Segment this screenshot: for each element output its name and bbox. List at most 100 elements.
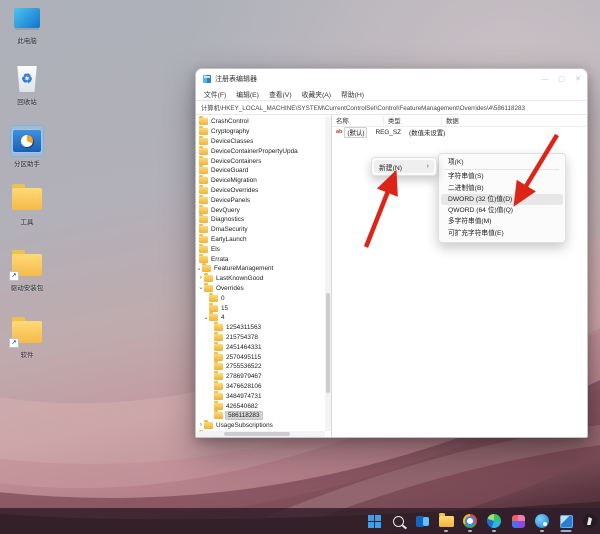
- menubar-item[interactable]: 查看(V): [265, 88, 296, 100]
- context-menu-item-new[interactable]: 新建(N): [374, 160, 434, 173]
- taskbar-icon-store[interactable]: [506, 509, 530, 533]
- taskbar-icon-start[interactable]: [362, 509, 386, 533]
- folder-icon: [199, 253, 208, 263]
- tree-item[interactable]: LastKnownGood: [196, 273, 331, 284]
- tree-item[interactable]: DeviceOverrides: [196, 184, 331, 196]
- desktop-icon-folder-tools[interactable]: 工具: [3, 184, 51, 226]
- value-row[interactable]: ab (默认) REG_SZ (数值未设置): [332, 127, 587, 138]
- string-value-icon: ab: [336, 128, 343, 135]
- tree-item[interactable]: 586118283: [196, 410, 331, 421]
- chat-app-icon: [535, 514, 549, 528]
- registry-tree-panel[interactable]: CrashControl Cryptography DeviceClasses Dev…: [196, 115, 332, 437]
- folder-icon: [204, 273, 213, 283]
- tree-item-label: FeatureManagement: [214, 265, 274, 273]
- pie-chart-icon: [21, 135, 33, 147]
- tree-item[interactable]: UsageSubscriptions: [196, 420, 331, 431]
- desktop-icon-this-pc[interactable]: 此电脑: [3, 3, 51, 45]
- tree-item[interactable]: DeviceMigration: [196, 175, 331, 186]
- tree-item[interactable]: Els: [196, 243, 331, 254]
- tree-item[interactable]: Diagnostics: [196, 214, 331, 225]
- submenu-item[interactable]: 可扩充字符串值(E): [441, 228, 563, 239]
- tree-item-label: EarlyLaunch: [211, 235, 247, 243]
- chrome-icon: [463, 514, 477, 528]
- menubar-item[interactable]: 收藏夹(A): [298, 88, 335, 100]
- tree-item[interactable]: DevicePanels: [196, 194, 331, 205]
- tree-item-label: DeviceContainerPropertyUpda: [211, 147, 298, 155]
- tree-item[interactable]: Errata: [196, 253, 331, 264]
- tree-item-label: DeviceClasses: [211, 137, 254, 145]
- tree-item[interactable]: DevQuery: [196, 204, 331, 215]
- submenu-item[interactable]: QWORD (64 位)值(Q): [441, 205, 563, 216]
- tree-item[interactable]: 3484974731: [196, 390, 331, 401]
- tree-horizontal-scrollbar[interactable]: [196, 431, 325, 437]
- tree-item[interactable]: DeviceGuard: [196, 165, 331, 176]
- tree-item[interactable]: DeviceClasses: [196, 135, 331, 147]
- column-header[interactable]: 数据: [442, 116, 587, 125]
- taskbar-icon-game-app[interactable]: [578, 509, 600, 533]
- taskbar-icon-browser[interactable]: [482, 509, 506, 533]
- scrollbar-thumb[interactable]: [326, 292, 330, 394]
- folder-icon: [199, 184, 208, 194]
- desktop-icon-recycle-bin[interactable]: ♻ 回收站: [3, 64, 51, 106]
- tree-item[interactable]: FeatureManagement: [196, 263, 331, 274]
- desktop-icon-folder-soft[interactable]: ↗ 软件: [3, 317, 51, 359]
- maximize-icon[interactable]: ▢: [559, 76, 566, 83]
- tree-item[interactable]: 0: [196, 292, 331, 303]
- tree-item-label: 1254311563: [226, 324, 262, 332]
- tree-vertical-scrollbar[interactable]: [325, 117, 331, 431]
- folder-soft-glyph: ↗: [9, 317, 43, 348]
- taskbar-icon-regedit[interactable]: [554, 509, 578, 533]
- desktop-icon-folder-setup[interactable]: ↗ 驱动安装包: [3, 250, 51, 292]
- desktop-icon-label: 此电脑: [17, 38, 37, 45]
- submenu-item[interactable]: 多字符串值(M): [441, 216, 563, 227]
- titlebar[interactable]: 注册表编辑器 — ▢ ✕: [196, 69, 587, 87]
- tree-item[interactable]: Overrides: [196, 282, 331, 294]
- tree-item-label: DeviceOverrides: [211, 186, 259, 194]
- menubar-item[interactable]: 文件(F): [200, 88, 230, 100]
- recycle-bin-glyph: ♻: [11, 64, 43, 94]
- menubar-item[interactable]: 编辑(E): [232, 88, 263, 100]
- close-icon[interactable]: ✕: [575, 76, 581, 83]
- tree-item[interactable]: 3476628106: [196, 380, 331, 392]
- running-app-indicator: [540, 530, 544, 532]
- desktop-icon-label: 工具: [20, 219, 34, 226]
- tree-item[interactable]: Cryptography: [196, 126, 331, 137]
- column-header[interactable]: 类型: [384, 116, 442, 125]
- desktop-icon-partition-tool[interactable]: 分区助手: [3, 125, 51, 168]
- minimize-icon[interactable]: —: [542, 76, 549, 83]
- folder-icon: [199, 214, 208, 224]
- folder-icon: [214, 351, 223, 361]
- taskbar-icon-chrome[interactable]: [458, 509, 482, 533]
- tree-item-label: DmaSecurity: [211, 226, 248, 234]
- taskbar-icon-file-explorer[interactable]: [434, 509, 458, 533]
- submenu-item[interactable]: 字符串值(S): [441, 171, 563, 182]
- tree-item[interactable]: 15: [196, 302, 331, 313]
- tree-item[interactable]: DeviceContainerPropertyUpda: [196, 145, 331, 156]
- tree-item-label: DeviceGuard: [211, 167, 249, 175]
- tree-item[interactable]: 215754378: [196, 331, 331, 343]
- submenu-item[interactable]: 项(K): [441, 157, 563, 168]
- scrollbar-thumb[interactable]: [224, 432, 290, 436]
- tree-item[interactable]: 2451464331: [196, 341, 331, 352]
- taskbar-icon-search[interactable]: [386, 509, 410, 533]
- taskbar-icon-chat-app[interactable]: [530, 509, 554, 533]
- tree-item-label: Overrides: [216, 284, 244, 292]
- folder-icon: [12, 184, 42, 210]
- tree-item[interactable]: CrashControl: [196, 116, 331, 127]
- desktop-icon-label: 分区助手: [14, 161, 40, 168]
- folder-icon: [214, 331, 223, 341]
- column-header[interactable]: 名称: [332, 116, 384, 125]
- desktop-icon-label: 软件: [20, 352, 34, 359]
- tree-item[interactable]: DmaSecurity: [196, 224, 331, 235]
- menubar-item[interactable]: 帮助(H): [337, 88, 368, 100]
- tree-item-label: CrashControl: [211, 118, 249, 126]
- folder-icon: [199, 224, 208, 234]
- folder-icon: [199, 175, 208, 185]
- taskbar-icon-task-view[interactable]: [410, 509, 434, 533]
- submenu-item[interactable]: DWORD (32 位)值(D): [441, 193, 563, 206]
- active-app-indicator: [560, 530, 572, 532]
- submenu-item[interactable]: 二进制值(B): [441, 183, 563, 194]
- address-bar[interactable]: 计算机\HKEY_LOCAL_MACHINE\SYSTEM\CurrentCon…: [196, 100, 587, 115]
- tree-item[interactable]: DeviceContainers: [196, 155, 331, 166]
- tree-item[interactable]: EarlyLaunch: [196, 233, 331, 245]
